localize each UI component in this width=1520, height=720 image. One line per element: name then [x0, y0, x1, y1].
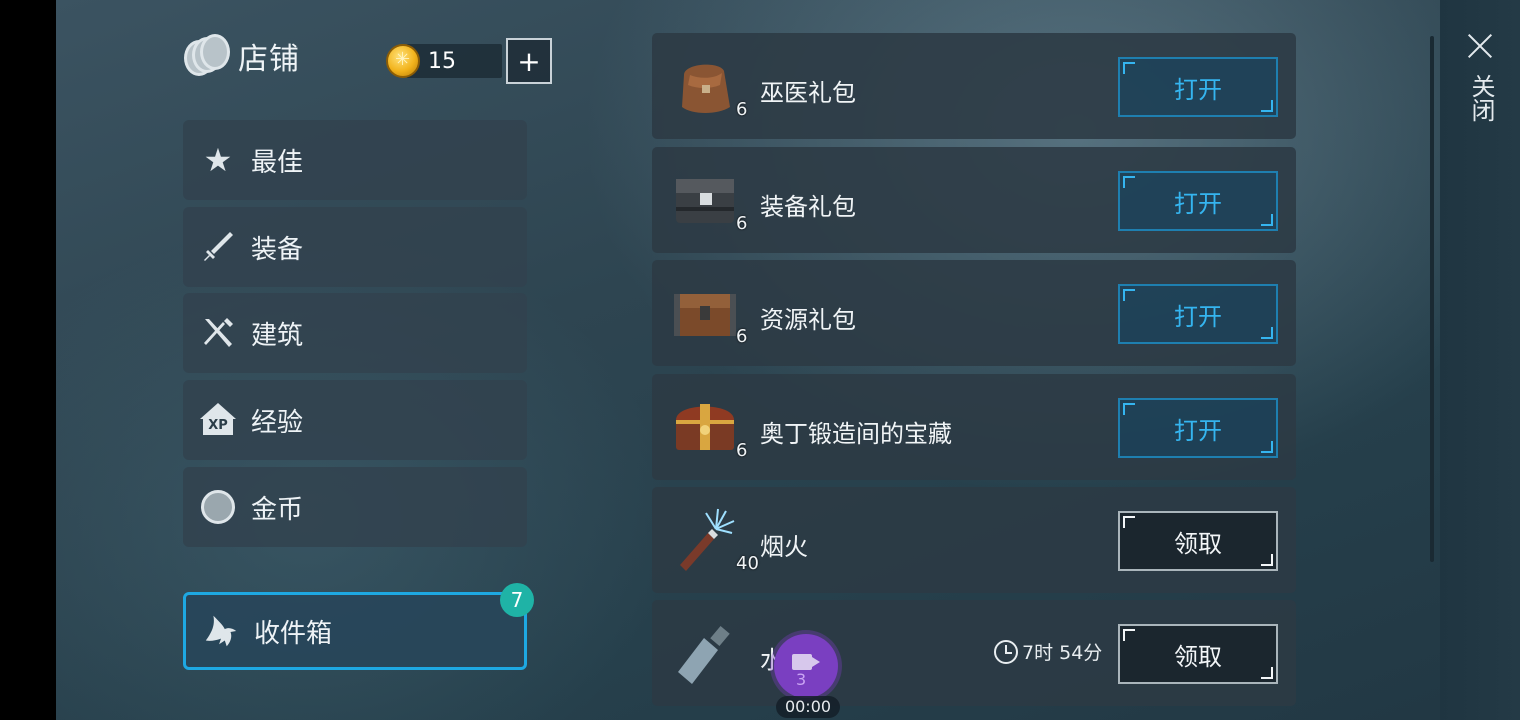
recorder-count: 3 — [796, 670, 807, 689]
treasure-chest-icon — [670, 390, 742, 462]
scrollbar[interactable] — [1430, 36, 1434, 562]
item-name: 资源礼包 — [760, 306, 856, 334]
water-flask-icon — [670, 616, 742, 688]
page-title: 店铺 — [238, 42, 300, 77]
item-quantity: 6 — [736, 213, 748, 234]
list-item: 6 资源礼包 打开 — [652, 260, 1296, 366]
menu-label: 装备 — [251, 234, 304, 265]
coin-icon — [199, 488, 237, 526]
firework-icon — [670, 503, 742, 575]
close-label: 关闭 — [1467, 74, 1495, 122]
claim-button[interactable]: 领取 — [1118, 624, 1278, 684]
iron-chest-icon — [670, 163, 742, 235]
shop-screen: 店铺 15 + ★ 最佳 装备 建筑 XP 经验 金币 收件箱 7 — [56, 0, 1440, 720]
menu-label: 收件箱 — [254, 618, 333, 649]
item-quantity: 40 — [736, 553, 759, 574]
screen-recorder-button[interactable]: 3 — [774, 634, 838, 698]
open-button[interactable]: 打开 — [1118, 398, 1278, 458]
item-name: 巫医礼包 — [760, 79, 856, 107]
timer-text: 7时 54分 — [1022, 642, 1103, 664]
star-icon: ★ — [203, 141, 233, 179]
xp-icon: XP — [199, 401, 237, 439]
close-icon — [1466, 32, 1494, 60]
open-button[interactable]: 打开 — [1118, 57, 1278, 117]
gold-coin-icon — [386, 44, 420, 78]
recorder-time: 00:00 — [776, 696, 840, 718]
close-button[interactable]: 关闭 — [1460, 28, 1500, 138]
list-item: 6 巫医礼包 打开 — [652, 33, 1296, 139]
clock-icon — [994, 639, 1018, 664]
menu-item-equipment[interactable]: 装备 — [183, 207, 527, 287]
claim-button[interactable]: 领取 — [1118, 511, 1278, 571]
sword-icon — [199, 228, 237, 266]
menu-label: 金币 — [251, 494, 304, 525]
wooden-chest-icon — [670, 276, 742, 348]
unread-badge: 7 — [500, 583, 534, 617]
gold-balance: 15 + — [386, 38, 552, 84]
list-item: 水瓶 7时 54分 领取 — [652, 600, 1296, 706]
cooldown-timer: 7时 54分 — [994, 638, 1102, 665]
list-item: 6 奥丁锻造间的宝藏 打开 — [652, 374, 1296, 480]
item-name: 装备礼包 — [760, 193, 856, 221]
menu-label: 经验 — [251, 407, 304, 438]
menu-item-experience[interactable]: XP 经验 — [183, 380, 527, 460]
menu-label: 最佳 — [251, 147, 304, 178]
item-name: 奥丁锻造间的宝藏 — [760, 420, 952, 448]
open-button[interactable]: 打开 — [1118, 171, 1278, 231]
leather-bag-icon — [670, 49, 742, 121]
coin-stack-icon — [182, 34, 230, 78]
raven-icon — [202, 612, 240, 650]
menu-label: 建筑 — [251, 320, 304, 351]
video-camera-icon — [792, 654, 820, 670]
list-item: 6 装备礼包 打开 — [652, 147, 1296, 253]
item-quantity: 6 — [736, 99, 748, 120]
open-button[interactable]: 打开 — [1118, 284, 1278, 344]
menu-item-gold[interactable]: 金币 — [183, 467, 527, 547]
menu-item-inbox[interactable]: 收件箱 7 — [183, 583, 534, 670]
item-name: 烟火 — [760, 533, 808, 561]
add-gold-button[interactable]: + — [506, 38, 552, 84]
menu-item-buildings[interactable]: 建筑 — [183, 293, 527, 373]
list-item: 40 烟火 领取 — [652, 487, 1296, 593]
item-quantity: 6 — [736, 440, 748, 461]
menu-item-best[interactable]: ★ 最佳 — [183, 120, 527, 200]
gold-count: 15 — [406, 44, 502, 78]
item-quantity: 6 — [736, 326, 748, 347]
crossed-tools-icon — [199, 314, 237, 352]
shop-header: 店铺 — [182, 30, 300, 82]
